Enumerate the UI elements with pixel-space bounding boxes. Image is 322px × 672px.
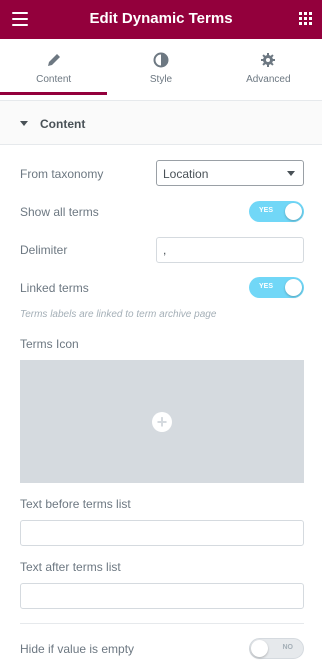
tab-advanced[interactable]: Advanced bbox=[214, 39, 322, 95]
text-before-label: Text before terms list bbox=[20, 497, 131, 511]
half-circle-icon bbox=[153, 52, 169, 68]
linked-terms-label: Linked terms bbox=[20, 281, 89, 295]
switch-knob bbox=[251, 640, 268, 657]
text-before-input[interactable] bbox=[20, 520, 304, 546]
panel-tabs: Content Style Advanced bbox=[0, 39, 322, 95]
content-section-toggle[interactable]: Content bbox=[0, 100, 322, 145]
taxonomy-select-value: Location bbox=[163, 167, 209, 181]
show-all-terms-switch-text: YES bbox=[259, 207, 274, 214]
hide-empty-switch[interactable]: NO bbox=[249, 638, 304, 659]
caret-down-icon bbox=[20, 121, 28, 126]
show-all-terms-switch[interactable]: YES bbox=[249, 201, 304, 222]
divider bbox=[20, 623, 304, 624]
tab-style-label: Style bbox=[149, 74, 173, 85]
switch-knob bbox=[285, 279, 302, 296]
plus-icon: + bbox=[152, 412, 172, 432]
taxonomy-select[interactable]: Location bbox=[156, 160, 304, 186]
linked-terms-switch[interactable]: YES bbox=[249, 277, 304, 298]
tab-content[interactable]: Content bbox=[0, 39, 108, 95]
switch-knob bbox=[285, 203, 302, 220]
show-all-terms-label: Show all terms bbox=[20, 205, 99, 219]
linked-terms-switch-text: YES bbox=[259, 283, 274, 290]
delimiter-input[interactable] bbox=[156, 237, 304, 263]
tab-style[interactable]: Style bbox=[107, 39, 215, 95]
text-after-label: Text after terms list bbox=[20, 560, 121, 574]
hide-empty-label: Hide if value is empty bbox=[20, 642, 135, 656]
terms-icon-picker[interactable]: + bbox=[20, 360, 304, 483]
delimiter-label: Delimiter bbox=[20, 243, 68, 257]
gear-icon bbox=[261, 53, 276, 67]
text-after-input[interactable] bbox=[20, 583, 304, 609]
pencil-icon bbox=[47, 54, 60, 66]
tab-advanced-label: Advanced bbox=[246, 74, 291, 85]
grid-apps-icon[interactable] bbox=[299, 12, 312, 25]
section-title: Content bbox=[40, 117, 86, 131]
chevron-down-icon bbox=[287, 171, 295, 176]
hide-empty-switch-text: NO bbox=[282, 644, 294, 651]
linked-terms-hint: Terms labels are linked to term archive … bbox=[20, 309, 217, 320]
taxonomy-label: From taxonomy bbox=[20, 167, 104, 181]
panel-header: Edit Dynamic Terms bbox=[0, 0, 322, 39]
panel-title: Edit Dynamic Terms bbox=[89, 10, 233, 27]
terms-icon-label: Terms Icon bbox=[20, 337, 79, 351]
tab-content-label: Content bbox=[36, 74, 72, 85]
